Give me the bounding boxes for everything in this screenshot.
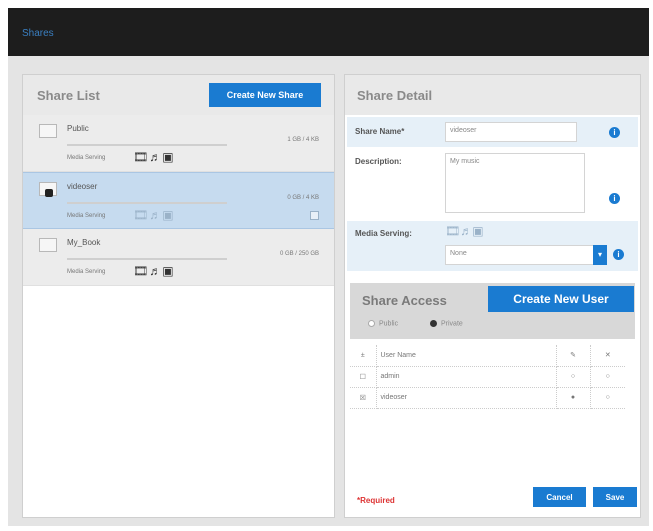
readwrite-radio[interactable]: ○ xyxy=(556,366,591,388)
create-new-user-button[interactable]: Create New User xyxy=(488,286,634,312)
user-name-cell: videoser xyxy=(376,387,557,409)
cancel-button[interactable]: Cancel xyxy=(533,487,586,507)
share-detail-panel: Share Detail Share Name* videoser i Desc… xyxy=(344,74,641,518)
info-icon[interactable]: i xyxy=(613,249,624,260)
usage-bar xyxy=(67,202,227,204)
public-radio[interactable]: Public xyxy=(368,320,398,327)
no-access-icon: ✕ xyxy=(590,345,625,367)
deny-radio[interactable]: ○ xyxy=(590,387,625,409)
share-access-header: Share Access Create New User Public Priv… xyxy=(350,283,635,339)
folder-icon xyxy=(39,124,57,138)
lock-icon xyxy=(45,189,53,197)
top-bar: Shares xyxy=(8,8,649,56)
readwrite-radio[interactable]: ● xyxy=(556,387,591,409)
media-type-icons: 🎞♬▣ xyxy=(133,150,175,164)
chevron-down-icon[interactable]: ▾ xyxy=(593,245,607,265)
table-row: ☒ videoser ● ○ xyxy=(350,387,625,409)
app-title[interactable]: Shares xyxy=(22,28,54,39)
row-checkbox[interactable]: ☒ xyxy=(350,387,377,409)
share-item-public[interactable]: Public 1 GB / 4 KB Media Serving 🎞♬▣ xyxy=(23,115,334,172)
share-access-section: Share Access Create New User Public Priv… xyxy=(350,283,635,493)
share-size: 0 GB / 250 GB xyxy=(279,251,319,257)
share-list-panel: Share List Create New Share Public 1 GB … xyxy=(22,74,335,518)
media-serving-label: Media Serving xyxy=(67,213,106,219)
deny-radio[interactable]: ○ xyxy=(590,366,625,388)
user-name-cell: admin xyxy=(376,366,557,388)
share-name: My_Book xyxy=(67,238,101,247)
pencil-icon: ✎ xyxy=(556,345,591,367)
row-checkbox[interactable]: ☐ xyxy=(350,366,377,388)
description-label: Description: xyxy=(355,157,402,166)
share-detail-title: Share Detail xyxy=(357,88,433,103)
share-name-row: Share Name* videoser i xyxy=(347,117,638,147)
media-type-icons: 🎞♬▣ xyxy=(133,208,175,222)
share-name: videoser xyxy=(67,182,98,191)
required-note: *Required xyxy=(357,496,395,505)
usage-bar xyxy=(67,258,227,260)
media-serving-label: Media Serving: xyxy=(355,229,412,238)
media-serving-label: Media Serving xyxy=(67,269,106,275)
share-list-header: Share List Create New Share xyxy=(23,75,334,115)
share-name: Public xyxy=(67,124,89,133)
description-textarea[interactable]: My music xyxy=(445,153,585,213)
save-button[interactable]: Save xyxy=(593,487,637,507)
table-row: ☐ admin ○ ○ xyxy=(350,366,625,388)
description-row: Description: My music i xyxy=(347,149,638,219)
info-icon[interactable]: i xyxy=(609,127,620,138)
share-size: 0 GB / 4 KB xyxy=(287,195,319,201)
share-name-input[interactable]: videoser xyxy=(445,122,577,142)
share-access-title: Share Access xyxy=(362,293,447,308)
select-column-header[interactable]: ± xyxy=(350,345,377,367)
username-column-header: User Name xyxy=(376,345,557,367)
share-checkbox[interactable] xyxy=(310,211,319,220)
user-table: ± User Name ✎ ✕ ☐ admin ○ ○ ☒ videoser ●… xyxy=(350,345,625,409)
media-type-icons: 🎞♬▣ xyxy=(133,264,175,278)
media-serving-row: Media Serving: 🎞♬▣ None ▾ i xyxy=(347,221,638,271)
media-serving-select[interactable]: None xyxy=(445,245,595,265)
share-detail-header: Share Detail xyxy=(345,75,640,115)
share-size: 1 GB / 4 KB xyxy=(287,137,319,143)
share-list-title: Share List xyxy=(37,88,100,103)
share-item-my-book[interactable]: My_Book 0 GB / 250 GB Media Serving 🎞♬▣ xyxy=(23,229,334,286)
media-type-icons: 🎞♬▣ xyxy=(445,224,484,238)
table-header-row: ± User Name ✎ ✕ xyxy=(350,345,625,367)
private-radio[interactable]: Private xyxy=(430,320,463,327)
drive-icon xyxy=(39,238,57,252)
share-name-label: Share Name* xyxy=(355,127,405,136)
share-item-videoser[interactable]: videoser 0 GB / 4 KB Media Serving 🎞♬▣ xyxy=(23,172,334,229)
info-icon[interactable]: i xyxy=(609,193,620,204)
media-serving-label: Media Serving xyxy=(67,155,106,161)
usage-bar xyxy=(67,144,227,146)
create-new-share-button[interactable]: Create New Share xyxy=(209,83,321,107)
